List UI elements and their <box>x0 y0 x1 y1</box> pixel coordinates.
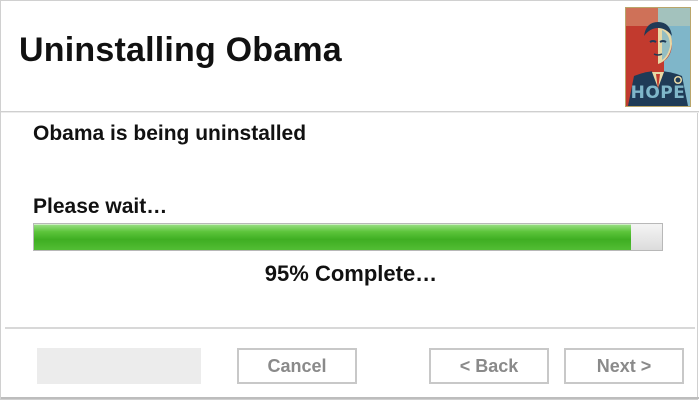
blank-placeholder-box <box>37 348 201 384</box>
footer-separator <box>5 327 695 329</box>
back-button[interactable]: < Back <box>429 348 549 384</box>
cancel-button[interactable]: Cancel <box>237 348 357 384</box>
please-wait-label: Please wait… <box>33 195 168 218</box>
progress-percent-text: 95% Complete… <box>264 261 438 286</box>
progress-bar-fill <box>34 224 631 250</box>
window-title: Uninstalling Obama <box>19 31 342 69</box>
poster-label: HOPE <box>630 83 686 103</box>
uninstaller-window: Uninstalling Obama HOPE Obama is being u… <box>0 0 699 400</box>
next-button[interactable]: Next > <box>564 348 684 384</box>
progress-bar <box>33 223 663 251</box>
header-panel: Uninstalling Obama HOPE <box>1 1 699 112</box>
hope-poster-image: HOPE <box>625 7 691 107</box>
status-heading: Obama is being uninstalled <box>33 122 307 145</box>
window-bottom-edge <box>1 397 699 399</box>
